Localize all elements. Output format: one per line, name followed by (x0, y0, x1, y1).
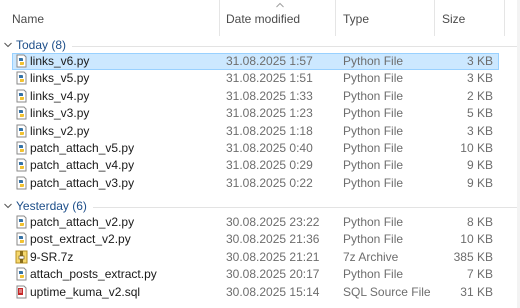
sql-file-icon (15, 285, 28, 299)
file-name[interactable]: attach_posts_extract.py (30, 268, 157, 281)
file-type: Python File (343, 158, 404, 173)
python-file-icon (15, 176, 28, 190)
python-file-icon (15, 232, 28, 246)
file-type: Python File (343, 141, 404, 155)
file-row[interactable]: post_extract_v2.py 30.08.2025 21:36 Python… (12, 231, 499, 248)
python-file-icon (15, 71, 28, 85)
group-divider-line (93, 207, 520, 208)
file-size: 8 KB (466, 215, 493, 229)
file-name[interactable]: 9-SR.7z (30, 250, 73, 264)
file-name[interactable]: patch_attach_v2.py (30, 216, 134, 229)
file-row[interactable]: links_v5.py 31.08.2025 1:51 Python File 3 K… (12, 70, 499, 87)
group-label: Yesterday (6) (16, 199, 87, 213)
file-name[interactable]: uptime_kuma_v2.sql (30, 285, 140, 299)
group-divider-line (72, 46, 520, 47)
file-name[interactable]: links_v2.py (30, 124, 89, 138)
file-date-modified: 31.08.2025 1:51 (226, 71, 313, 86)
file-size: 9 KB (466, 158, 493, 173)
python-file-icon (15, 89, 28, 103)
file-name[interactable]: patch_attach_v3.py (30, 176, 134, 190)
column-header-type[interactable]: Type (343, 12, 369, 26)
file-date-modified: 31.08.2025 1:33 (226, 88, 313, 103)
file-name[interactable]: links_v4.py (30, 89, 89, 103)
file-size: 10 KB (460, 141, 493, 155)
python-file-icon (15, 215, 28, 229)
file-type: Python File (343, 267, 404, 282)
python-file-icon (15, 141, 28, 155)
file-type: Python File (343, 175, 404, 190)
python-file-icon (15, 267, 28, 281)
file-size: 3 KB (466, 71, 493, 86)
file-size: 5 KB (466, 106, 493, 121)
file-type: Python File (343, 71, 404, 86)
archive-file-icon (15, 250, 28, 264)
file-date-modified: 31.08.2025 1:57 (226, 54, 313, 68)
group-label: Today (8) (16, 38, 67, 52)
file-type: Python File (343, 88, 404, 103)
file-name[interactable]: links_v3.py (30, 107, 89, 120)
column-divider[interactable] (504, 0, 505, 36)
file-row[interactable]: links_v4.py 31.08.2025 1:33 Python File 2 K… (12, 88, 499, 105)
file-date-modified: 30.08.2025 23:22 (226, 215, 320, 229)
file-date-modified: 31.08.2025 1:23 (226, 106, 313, 121)
file-size: 3 KB (466, 123, 493, 138)
file-name[interactable]: links_v6.py (30, 55, 89, 68)
python-file-icon (15, 54, 28, 68)
file-date-modified: 31.08.2025 1:18 (226, 123, 313, 138)
file-row[interactable]: patch_attach_v3.py 31.08.2025 0:22 Python … (12, 175, 499, 192)
column-divider[interactable] (335, 0, 336, 36)
file-name[interactable]: post_extract_v2.py (30, 233, 131, 246)
python-file-icon (15, 124, 28, 138)
column-header-date-modified[interactable]: Date modified (226, 12, 300, 26)
file-row[interactable]: patch_attach_v2.py 30.08.2025 23:22 Python… (12, 214, 499, 231)
file-date-modified: 30.08.2025 21:36 (226, 232, 320, 247)
file-row[interactable]: patch_attach_v4.py 31.08.2025 0:29 Python … (12, 157, 499, 174)
file-row[interactable]: uptime_kuma_v2.sql 30.08.2025 15:14 SQL So… (12, 284, 499, 301)
file-size: 7 KB (466, 267, 493, 282)
column-divider[interactable] (434, 0, 435, 36)
file-row[interactable]: links_v6.py 31.08.2025 1:57 Python File 3 K… (12, 53, 499, 71)
chevron-down-icon[interactable] (4, 42, 12, 48)
file-row[interactable]: links_v3.py 31.08.2025 1:23 Python File 5 K… (12, 105, 499, 122)
file-type: Python File (343, 106, 404, 121)
file-type: Python File (343, 215, 404, 229)
file-size: 31 KB (460, 284, 493, 299)
file-row[interactable]: attach_posts_extract.py 30.08.2025 20:17 P… (12, 266, 499, 283)
sort-ascending-icon (276, 2, 284, 8)
python-file-icon (15, 106, 28, 120)
file-date-modified: 31.08.2025 0:40 (226, 141, 313, 155)
column-header-bar: Name Date modified Type Size (0, 0, 520, 36)
file-row[interactable]: 9-SR.7z 30.08.2025 21:21 7z Archive 385 KB (12, 249, 499, 266)
file-type: Python File (343, 54, 404, 68)
file-type: SQL Source File (343, 284, 431, 299)
column-divider[interactable] (219, 0, 220, 36)
file-date-modified: 30.08.2025 20:17 (226, 267, 320, 282)
file-name[interactable]: patch_attach_v5.py (30, 142, 134, 155)
chevron-down-icon[interactable] (4, 203, 12, 209)
file-date-modified: 30.08.2025 21:21 (226, 249, 320, 264)
file-type: Python File (343, 123, 404, 138)
file-size: 10 KB (460, 232, 493, 247)
file-name[interactable]: links_v5.py (30, 72, 89, 85)
file-row[interactable]: patch_attach_v5.py 31.08.2025 0:40 Python … (12, 140, 499, 157)
file-name[interactable]: patch_attach_v4.py (30, 159, 134, 172)
file-size: 9 KB (466, 175, 493, 190)
file-size: 2 KB (466, 88, 493, 103)
file-type: 7z Archive (343, 249, 399, 264)
file-date-modified: 30.08.2025 15:14 (226, 284, 320, 299)
file-type: Python File (343, 232, 404, 247)
file-size: 3 KB (466, 54, 493, 68)
file-date-modified: 31.08.2025 0:29 (226, 158, 313, 173)
file-size: 385 KB (453, 249, 493, 264)
column-header-name[interactable]: Name (12, 12, 44, 26)
file-row[interactable]: links_v2.py 31.08.2025 1:18 Python File 3 K… (12, 123, 499, 140)
python-file-icon (15, 158, 28, 172)
column-header-size[interactable]: Size (442, 12, 465, 26)
file-date-modified: 31.08.2025 0:22 (226, 175, 313, 190)
